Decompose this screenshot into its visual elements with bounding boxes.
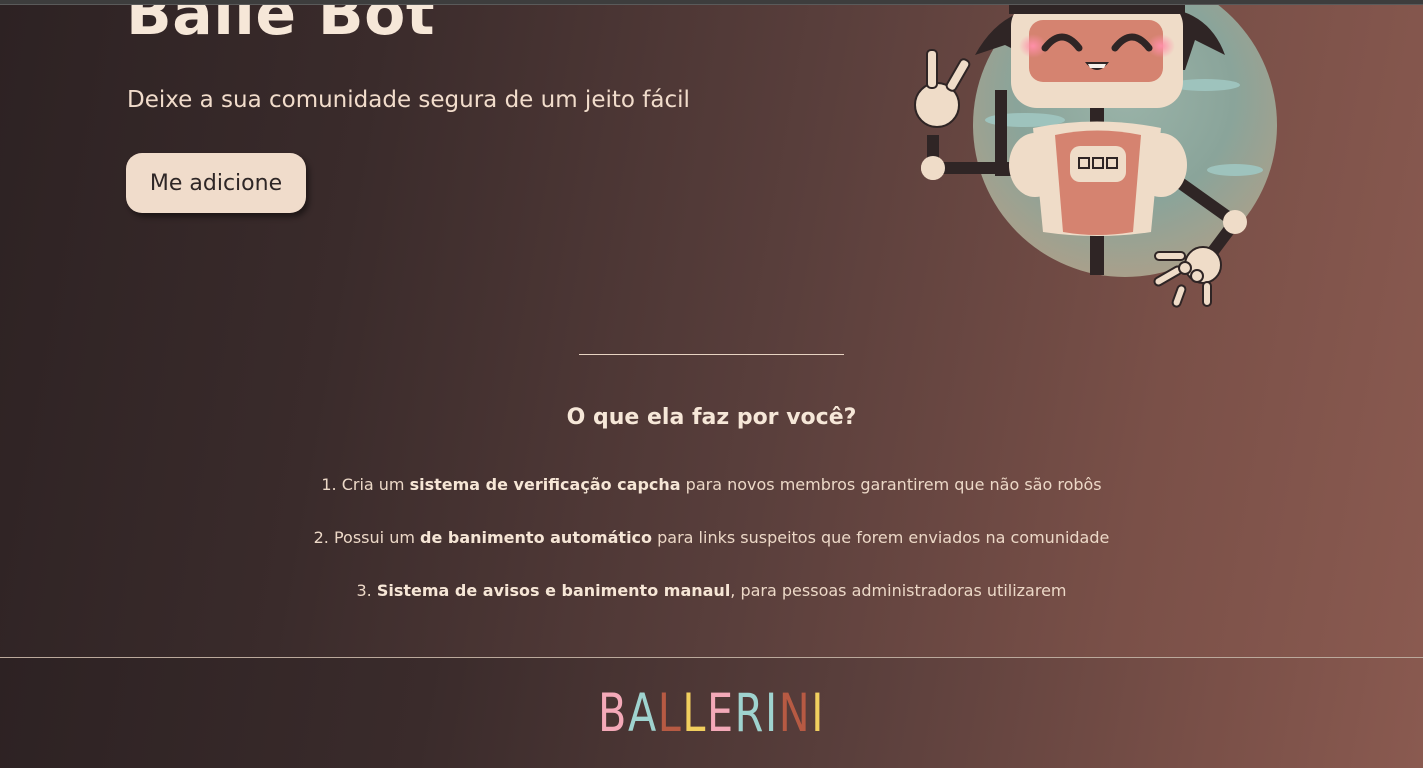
logo-letter: L bbox=[682, 683, 707, 744]
page-title: Balle Bot bbox=[126, 5, 436, 49]
features-list: 1. Cria um sistema de verificação capcha… bbox=[0, 475, 1423, 634]
logo-letter: L bbox=[657, 683, 683, 744]
logo-letter: E bbox=[706, 683, 735, 744]
feature-suffix: , para pessoas administradoras utilizare… bbox=[730, 581, 1067, 600]
ballerini-logo: BALLERINI bbox=[157, 684, 1267, 744]
logo-letter: N bbox=[778, 683, 812, 744]
footer: BALLERINI bbox=[0, 658, 1423, 768]
feature-item-1: 1. Cria um sistema de verificação capcha… bbox=[0, 475, 1423, 528]
feature-item-2: 2. Possui um de banimento automático par… bbox=[0, 528, 1423, 581]
logo-letter: I bbox=[811, 683, 825, 744]
logo-letter: I bbox=[764, 683, 779, 744]
feature-prefix: 2. Possui um bbox=[313, 528, 420, 547]
logo-letter: B bbox=[598, 683, 628, 744]
section-divider bbox=[579, 354, 844, 355]
robot-illustration-icon bbox=[914, 5, 1277, 308]
feature-prefix: 3. bbox=[356, 581, 377, 600]
feature-highlight: de banimento automático bbox=[420, 528, 653, 547]
features-title: O que ela faz por você? bbox=[566, 405, 857, 430]
logo-letter: R bbox=[734, 683, 765, 744]
feature-item-3: 3. Sistema de avisos e banimento manaul,… bbox=[0, 581, 1423, 634]
logo-letter: A bbox=[627, 683, 658, 744]
add-bot-button[interactable]: Me adicione bbox=[126, 153, 306, 213]
hero-section: Balle Bot Deixe a sua comunidade segura … bbox=[0, 5, 1423, 657]
feature-prefix: 1. Cria um bbox=[321, 475, 410, 494]
feature-highlight: Sistema de avisos e banimento manaul bbox=[376, 581, 731, 600]
feature-suffix: para links suspeitos que forem enviados … bbox=[652, 528, 1110, 547]
feature-suffix: para novos membros garantirem que não sã… bbox=[680, 475, 1102, 494]
feature-highlight: sistema de verificação capcha bbox=[409, 475, 681, 494]
hero-subtitle: Deixe a sua comunidade segura de um jeit… bbox=[127, 87, 690, 113]
